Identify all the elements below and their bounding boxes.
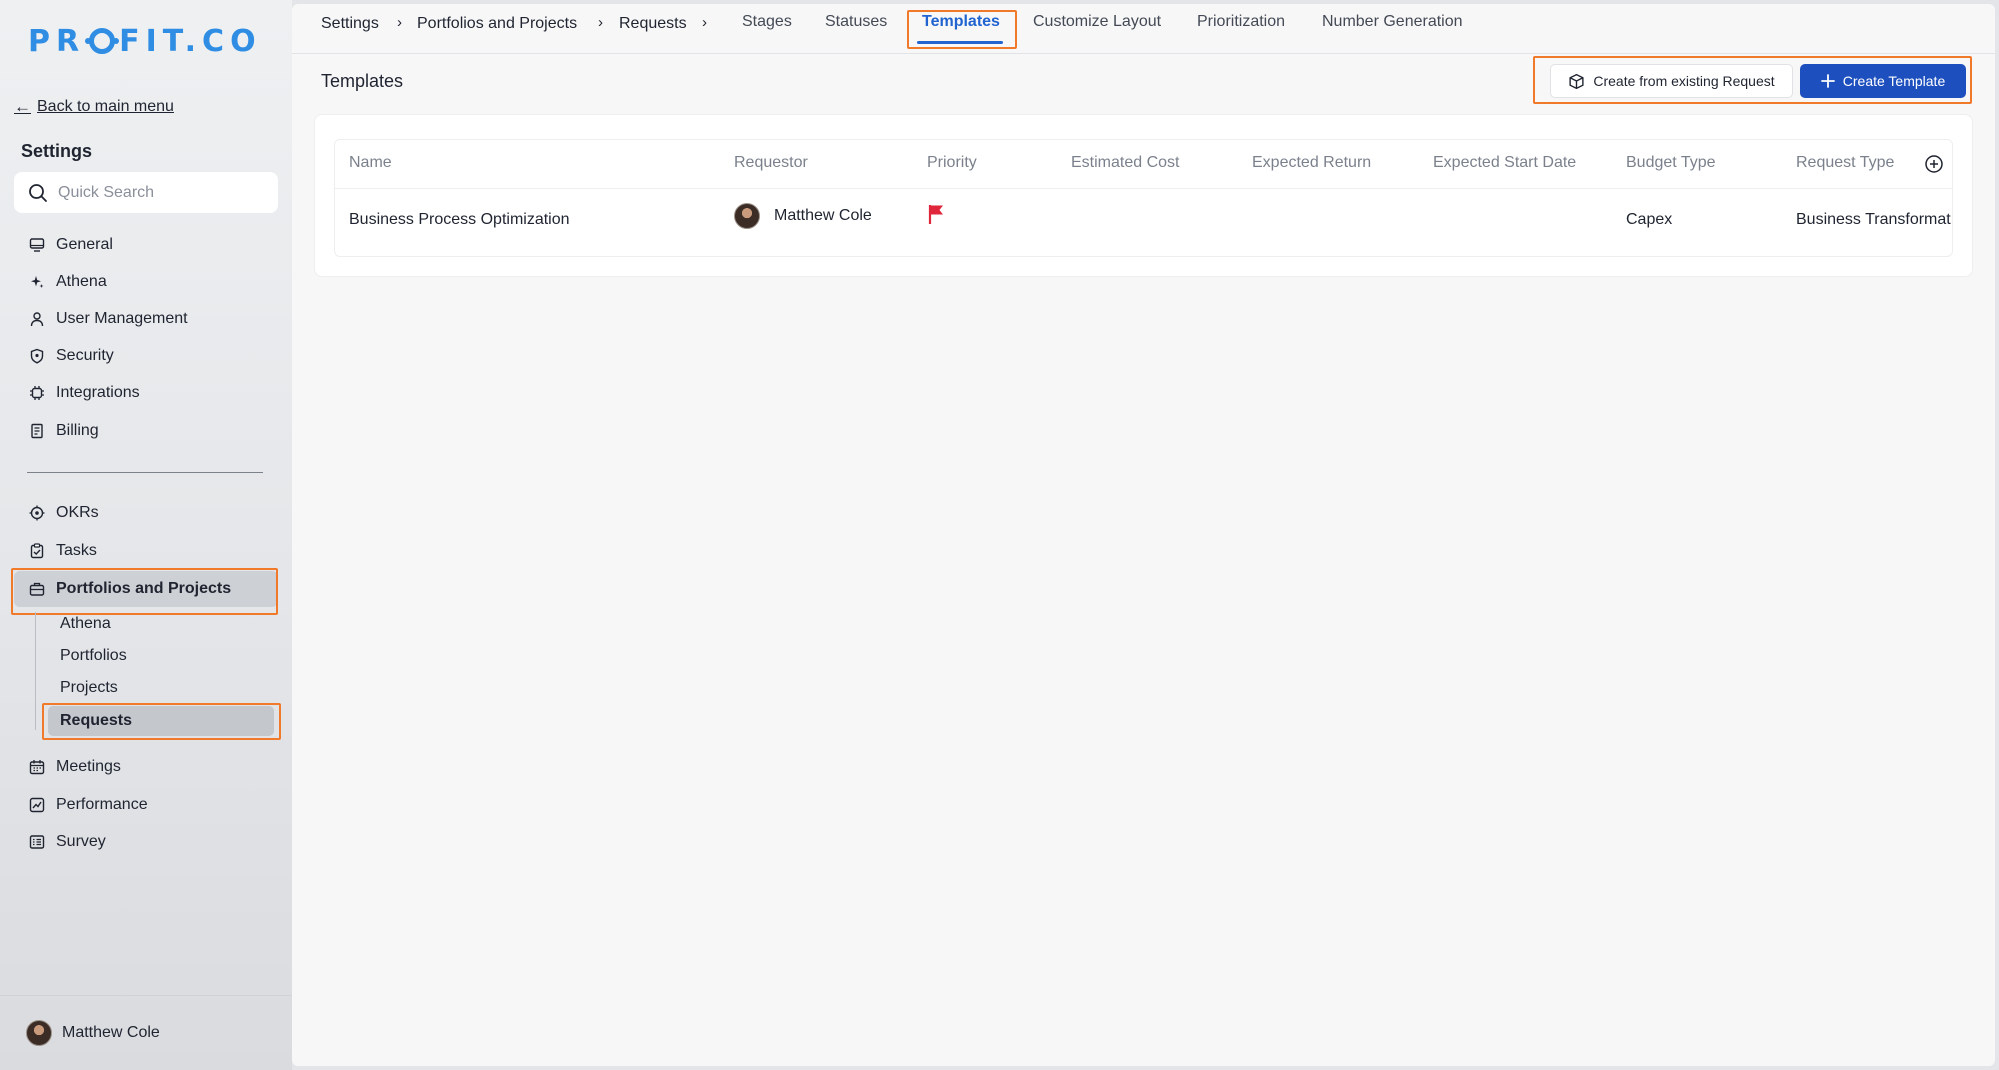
breadcrumb-separator-icon: › bbox=[598, 14, 603, 31]
cell-requestor: Matthew Cole bbox=[734, 203, 872, 229]
breadcrumb-settings[interactable]: Settings bbox=[321, 15, 379, 33]
create-from-existing-request-button[interactable]: Create from existing Request bbox=[1550, 64, 1793, 98]
column-header-requestor[interactable]: Requestor bbox=[734, 154, 808, 172]
create-template-label: Create Template bbox=[1842, 73, 1946, 89]
sidebar-subitem-requests[interactable]: Requests bbox=[48, 706, 274, 736]
clipboard-check-icon bbox=[28, 542, 46, 560]
breadcrumb-separator-icon: › bbox=[397, 14, 402, 31]
profitco-logo[interactable]: PR FIT.CO bbox=[28, 24, 262, 59]
sparkle-icon bbox=[28, 273, 46, 291]
receipt-icon bbox=[28, 422, 46, 440]
avatar bbox=[734, 203, 760, 229]
sidebar-item-label: Athena bbox=[56, 273, 107, 290]
sidebar-item-general[interactable]: General bbox=[14, 227, 278, 263]
sidebar-subitem-athena[interactable]: Athena bbox=[48, 609, 274, 639]
page-title: Templates bbox=[321, 71, 404, 91]
calendar-icon bbox=[28, 758, 46, 776]
sidebar-item-user-management[interactable]: User Management bbox=[14, 301, 278, 337]
sidebar-item-meetings[interactable]: Meetings bbox=[14, 749, 278, 785]
sidebar-item-label: Tasks bbox=[56, 542, 97, 559]
sidebar-item-okrs[interactable]: OKRs bbox=[14, 495, 278, 531]
top-navigation-bar: Settings › Portfolios and Projects › Req… bbox=[292, 4, 1995, 54]
user-name: Matthew Cole bbox=[62, 1024, 160, 1041]
user-icon bbox=[28, 310, 46, 328]
sidebar-item-label: Portfolios and Projects bbox=[56, 580, 232, 597]
column-header-expected-return[interactable]: Expected Return bbox=[1252, 154, 1371, 172]
search-icon bbox=[29, 183, 47, 202]
arrow-left-icon: ← bbox=[14, 97, 31, 116]
sidebar-item-label: General bbox=[56, 236, 113, 253]
sidebar-item-label: Survey bbox=[56, 833, 106, 850]
sidebar-item-label: OKRs bbox=[56, 504, 99, 521]
main-panel: Settings › Portfolios and Projects › Req… bbox=[292, 4, 1995, 1066]
column-header-priority[interactable]: Priority bbox=[927, 154, 977, 172]
sidebar-item-performance[interactable]: Performance bbox=[14, 787, 278, 823]
survey-list-icon bbox=[28, 833, 46, 851]
shield-icon bbox=[28, 347, 46, 365]
breadcrumb-requests[interactable]: Requests bbox=[619, 15, 687, 33]
sidebar-title: Settings bbox=[21, 141, 93, 161]
sidebar-item-label: Integrations bbox=[56, 384, 140, 401]
cell-name[interactable]: Business Process Optimization bbox=[349, 211, 570, 229]
sidebar-subitem-portfolios[interactable]: Portfolios bbox=[48, 641, 274, 671]
breadcrumb-portfolios-and-projects[interactable]: Portfolios and Projects bbox=[417, 15, 577, 33]
column-header-request-type[interactable]: Request Type bbox=[1796, 154, 1894, 172]
sidebar-user-profile[interactable]: Matthew Cole bbox=[0, 995, 292, 1070]
cell-request-type: Business Transformat bbox=[1796, 211, 1951, 228]
plus-icon bbox=[1820, 74, 1835, 88]
column-header-expected-start-date[interactable]: Expected Start Date bbox=[1433, 154, 1576, 172]
sidebar-divider bbox=[27, 472, 263, 473]
sidebar-subitem-projects[interactable]: Projects bbox=[48, 673, 274, 703]
sidebar-item-security[interactable]: Security bbox=[14, 338, 278, 374]
avatar bbox=[26, 1020, 52, 1046]
table-row[interactable]: Business Process Optimization Matthew Co… bbox=[335, 189, 1952, 256]
briefcase-icon bbox=[28, 580, 46, 598]
quick-search-input[interactable] bbox=[58, 183, 258, 202]
create-from-existing-label: Create from existing Request bbox=[1593, 73, 1775, 89]
tab-stages[interactable]: Stages bbox=[742, 13, 792, 31]
requestor-name: Matthew Cole bbox=[774, 207, 872, 224]
sidebar-item-survey[interactable]: Survey bbox=[14, 824, 278, 860]
sidebar-item-tasks[interactable]: Tasks bbox=[14, 533, 278, 569]
sidebar-item-portfolios-and-projects[interactable]: Portfolios and Projects bbox=[14, 571, 278, 607]
tab-customize-layout[interactable]: Customize Layout bbox=[1033, 13, 1161, 31]
sidebar-item-athena[interactable]: Athena bbox=[14, 264, 278, 300]
sidebar-item-label: User Management bbox=[56, 310, 188, 327]
back-link-label: Back to main menu bbox=[37, 98, 174, 115]
cell-budget-type: Capex bbox=[1626, 211, 1673, 228]
cell-priority bbox=[927, 203, 945, 230]
monitor-icon bbox=[28, 236, 46, 254]
sidebar-item-label: Billing bbox=[56, 422, 99, 439]
chart-line-icon bbox=[28, 796, 46, 814]
table-header: Name Requestor Priority Estimated Cost E… bbox=[335, 140, 1952, 189]
sidebar-item-billing[interactable]: Billing bbox=[14, 413, 278, 449]
tab-number-generation[interactable]: Number Generation bbox=[1322, 13, 1463, 31]
sidebar-item-integrations[interactable]: Integrations bbox=[14, 375, 278, 411]
target-icon bbox=[28, 504, 46, 522]
breadcrumb-separator-icon: › bbox=[702, 14, 707, 31]
column-header-budget-type[interactable]: Budget Type bbox=[1626, 154, 1716, 172]
sidebar-item-label: Security bbox=[56, 347, 114, 364]
chip-icon bbox=[28, 384, 46, 402]
column-header-estimated-cost[interactable]: Estimated Cost bbox=[1071, 154, 1179, 172]
templates-table: Name Requestor Priority Estimated Cost E… bbox=[334, 139, 1953, 257]
add-column-icon[interactable] bbox=[1924, 154, 1944, 179]
tab-prioritization[interactable]: Prioritization bbox=[1197, 13, 1285, 31]
sidebar-item-label: Meetings bbox=[56, 758, 121, 775]
back-to-main-menu-link[interactable]: ← Back to main menu bbox=[14, 97, 174, 117]
active-tab-indicator bbox=[917, 41, 1003, 44]
sidebar-item-label: Performance bbox=[56, 796, 148, 813]
quick-search-box[interactable] bbox=[14, 172, 278, 213]
column-header-name[interactable]: Name bbox=[349, 154, 392, 172]
create-template-button[interactable]: Create Template bbox=[1800, 64, 1966, 98]
tab-statuses[interactable]: Statuses bbox=[825, 13, 887, 31]
templates-card: Name Requestor Priority Estimated Cost E… bbox=[314, 114, 1973, 277]
sidebar: PRFIT.CO ← Back to main menu Settings Ge… bbox=[0, 0, 292, 1070]
cube-icon bbox=[1569, 73, 1584, 89]
submenu-guide-line bbox=[35, 612, 36, 730]
priority-flag-icon bbox=[928, 205, 943, 224]
tab-templates[interactable]: Templates bbox=[922, 13, 1000, 31]
